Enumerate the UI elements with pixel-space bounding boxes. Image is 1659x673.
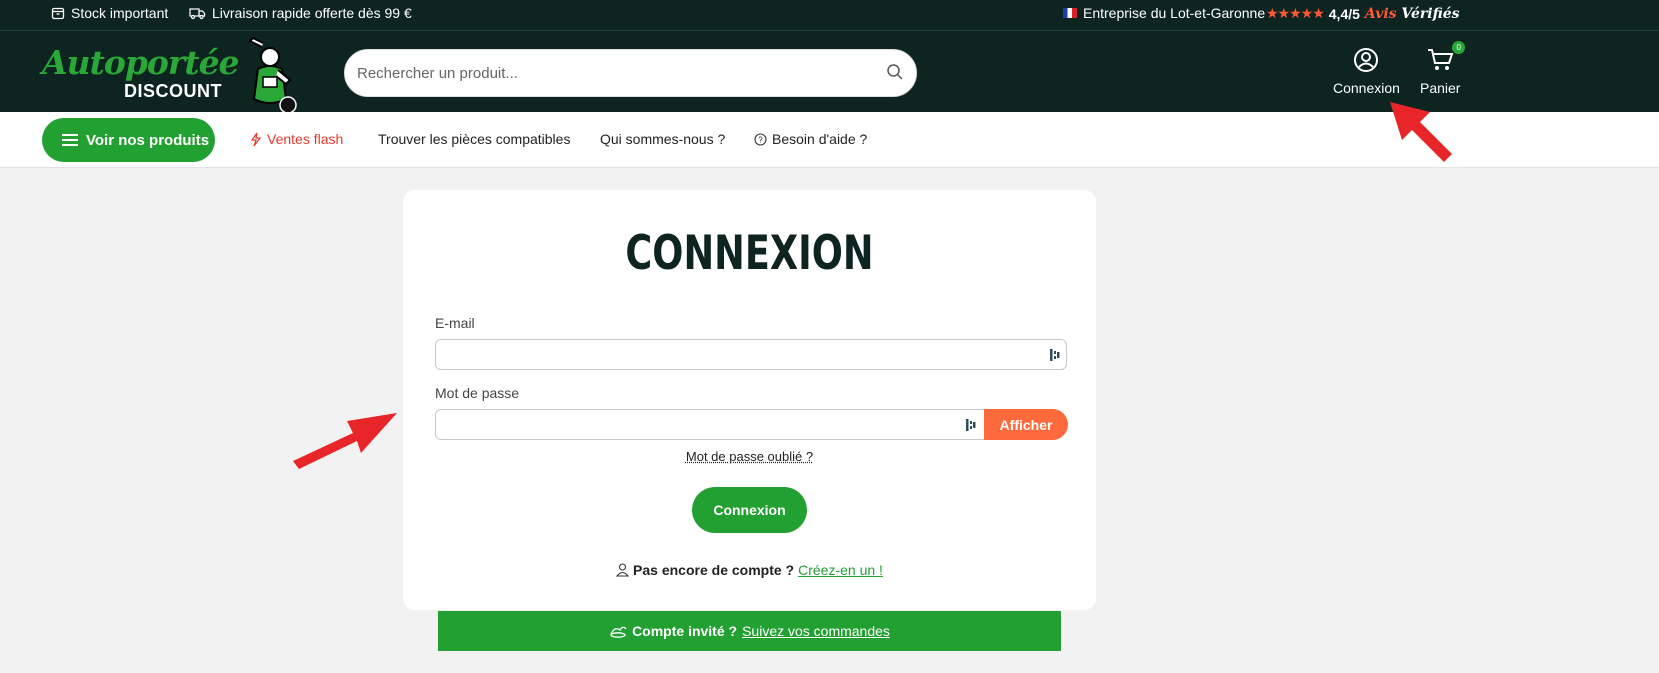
company-info: Entreprise du Lot-et-Garonne <box>1063 5 1265 21</box>
page-title: CONNEXION <box>625 226 874 281</box>
annotation-arrow-top-right <box>1390 102 1452 162</box>
create-account-link[interactable]: Créez-en un ! <box>798 562 883 578</box>
stock-info: Stock important <box>51 5 168 21</box>
stock-text: Stock important <box>71 5 169 21</box>
guest-text: Compte invité ? <box>632 623 738 639</box>
search-icon[interactable] <box>886 63 904 81</box>
password-manager-icon[interactable] <box>1050 348 1060 362</box>
delivery-info: Livraison rapide offerte dès 99 € <box>189 5 412 21</box>
user-outline-icon <box>616 563 630 577</box>
nav-link-flash-label: Ventes flash <box>267 131 344 147</box>
login-label: Connexion <box>1333 80 1400 96</box>
truck-icon <box>189 8 206 20</box>
email-field-wrapper <box>435 339 1067 370</box>
search-bar[interactable] <box>344 49 917 97</box>
forgot-password-link[interactable]: Mot de passe oublié ? <box>686 449 813 464</box>
guest-icon <box>610 626 627 638</box>
cart-button[interactable]: 0 Panier <box>1420 41 1466 96</box>
help-icon: ? <box>754 132 767 146</box>
rating-value: 4,4/5 <box>1328 5 1360 22</box>
logo-text-autoportee: Autoportée <box>42 43 240 82</box>
forgot-password-row: Mot de passe oublié ? <box>403 449 1096 464</box>
mascot-icon <box>248 36 297 114</box>
svg-text:?: ? <box>758 135 763 144</box>
products-menu-button[interactable]: Voir nos produits <box>42 118 215 162</box>
annotation-arrow-left <box>293 413 397 469</box>
lightning-icon <box>250 132 262 146</box>
search-input[interactable] <box>357 50 857 96</box>
nav-link-about-label: Qui sommes-nous ? <box>600 131 726 147</box>
avis-verifies-logo: Avis Vérifiés <box>1364 5 1460 22</box>
login-card: CONNEXION E-mail Mot de passe Afficher M… <box>403 190 1096 610</box>
login-submit-button[interactable]: Connexion <box>692 487 807 533</box>
site-logo[interactable]: Autoportée DISCOUNT <box>42 36 297 118</box>
password-field[interactable] <box>436 410 1014 439</box>
france-flag-icon <box>1063 8 1077 18</box>
signup-prompt: Pas encore de compte ? Créez-en un ! <box>403 562 1096 578</box>
products-menu-label: Voir nos produits <box>86 131 210 149</box>
nav-link-about[interactable]: Qui sommes-nous ? <box>600 131 725 147</box>
logo-text-discount: DISCOUNT <box>124 81 222 101</box>
user-icon <box>1354 48 1379 72</box>
show-password-button[interactable]: Afficher <box>984 409 1068 440</box>
cart-count-badge: 0 <box>1452 41 1466 54</box>
reviews-widget[interactable]: ★★★★★ 4,4/5 Avis Vérifiés <box>1266 5 1460 22</box>
nav-link-help-label: Besoin d'aide ? <box>772 131 868 147</box>
email-field[interactable] <box>436 340 1066 369</box>
nav-link-help[interactable]: ? Besoin d'aide ? <box>754 131 867 147</box>
hamburger-icon <box>62 134 78 146</box>
box-icon <box>51 7 65 20</box>
top-info-bar: Stock important Livraison rapide offerte… <box>0 0 1659 31</box>
rating-stars-icon: ★★★★★ <box>1266 5 1325 21</box>
cart-icon <box>1428 49 1454 70</box>
email-label: E-mail <box>435 315 475 331</box>
nav-link-compatible-parts[interactable]: Trouver les pièces compatibles <box>378 131 570 147</box>
company-text: Entreprise du Lot-et-Garonne <box>1083 5 1266 21</box>
no-account-text: Pas encore de compte ? <box>633 562 795 578</box>
track-orders-link[interactable]: Suivez vos commandes <box>742 623 890 639</box>
guest-account-bar: Compte invité ? Suivez vos commandes <box>438 611 1061 651</box>
nav-link-flash-sales[interactable]: Ventes flash <box>250 131 343 147</box>
password-manager-icon[interactable] <box>966 418 976 432</box>
nav-link-parts-label: Trouver les pièces compatibles <box>378 131 571 147</box>
password-label: Mot de passe <box>435 385 520 401</box>
header-login-button[interactable]: Connexion <box>1333 47 1400 96</box>
cart-label: Panier <box>1420 80 1461 96</box>
password-field-wrapper: Afficher <box>435 409 1068 440</box>
delivery-text: Livraison rapide offerte dès 99 € <box>212 5 412 21</box>
